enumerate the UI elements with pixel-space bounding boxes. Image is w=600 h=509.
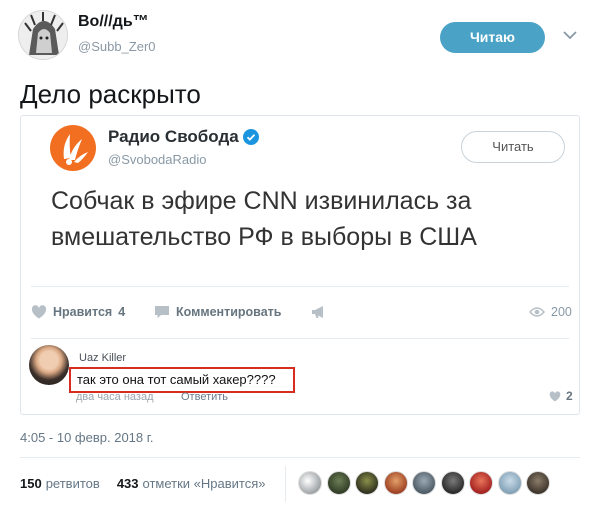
liker-avatar[interactable] bbox=[383, 471, 408, 495]
liker-avatar[interactable] bbox=[355, 471, 379, 495]
like-button[interactable]: Нравится 4 bbox=[31, 303, 125, 321]
megaphone-icon bbox=[312, 306, 323, 318]
quoted-post-line: Собчак в эфире CNN извинилась за bbox=[51, 187, 472, 215]
like-count: 4 bbox=[118, 305, 126, 319]
quoted-account-handle[interactable]: @SvobodaRadio bbox=[108, 152, 206, 167]
read-button[interactable]: Читать bbox=[461, 131, 565, 163]
liker-avatar[interactable] bbox=[469, 471, 493, 495]
quoted-account-name-label: Радио Свобода bbox=[108, 127, 239, 146]
comment-button[interactable]: Комментировать bbox=[154, 303, 281, 321]
heart-icon bbox=[549, 390, 561, 401]
divider bbox=[31, 286, 569, 287]
views-counter: 200 bbox=[529, 303, 572, 321]
likes-count[interactable]: 433 bbox=[117, 476, 139, 491]
eye-icon bbox=[529, 307, 545, 317]
like-label: Нравится bbox=[53, 305, 113, 319]
likes-label[interactable]: отметки «Нравится» bbox=[143, 476, 266, 491]
radio-svoboda-logo bbox=[50, 125, 96, 171]
comment-like-button[interactable]: 2 bbox=[549, 389, 573, 403]
liker-avatars bbox=[298, 471, 550, 495]
following-button[interactable]: Читаю bbox=[440, 22, 545, 53]
display-name[interactable]: Bo///дь™ bbox=[78, 13, 149, 31]
liker-avatar[interactable] bbox=[526, 471, 550, 495]
liker-avatar[interactable] bbox=[412, 471, 436, 495]
quoted-account-name[interactable]: Радио Свобода bbox=[108, 127, 259, 147]
liker-avatar[interactable] bbox=[497, 471, 522, 495]
liker-avatar[interactable] bbox=[326, 471, 351, 495]
commenter-avatar[interactable] bbox=[29, 345, 69, 385]
liker-avatar[interactable] bbox=[298, 471, 322, 495]
divider bbox=[20, 457, 580, 458]
comment-text: так это она тот самый хакер???? bbox=[77, 372, 276, 387]
chevron-down-icon[interactable] bbox=[563, 31, 577, 40]
heart-icon bbox=[31, 305, 47, 319]
author-avatar-image bbox=[19, 11, 67, 59]
views-count: 200 bbox=[551, 305, 572, 319]
tweet-stats: 150 ретвитов 433 отметки «Нравится» bbox=[20, 476, 266, 491]
liker-avatar[interactable] bbox=[440, 471, 465, 495]
comment-icon bbox=[155, 306, 169, 319]
verified-icon bbox=[242, 129, 259, 145]
tweet-timestamp[interactable]: 4:05 - 10 февр. 2018 г. bbox=[20, 430, 154, 445]
divider bbox=[31, 338, 569, 339]
author-avatar[interactable] bbox=[18, 10, 68, 60]
tweet-text: Дело раскрыто bbox=[20, 79, 201, 109]
quoted-screenshot: Радио Свобода @SvobodaRadio Читать Собча… bbox=[20, 115, 580, 415]
reply-link[interactable]: Ответить bbox=[181, 391, 228, 403]
quoted-post-line: вмешательство РФ в выборы в США bbox=[51, 223, 477, 251]
user-handle[interactable]: @Subb_Zer0 bbox=[78, 39, 156, 54]
retweets-count[interactable]: 150 bbox=[20, 476, 42, 491]
retweets-label[interactable]: ретвитов bbox=[46, 476, 100, 491]
share-button[interactable] bbox=[311, 303, 327, 321]
quoted-post-text: Собчак в эфире CNN извинилась за вмешате… bbox=[51, 183, 477, 255]
divider bbox=[285, 466, 286, 502]
comment-time: два часа назад bbox=[76, 391, 154, 403]
comment-label: Комментировать bbox=[176, 305, 282, 319]
commenter-name[interactable]: Uaz Killer bbox=[79, 352, 126, 364]
comment-like-count: 2 bbox=[566, 389, 573, 403]
highlight-box: так это она тот самый хакер???? bbox=[69, 367, 295, 393]
